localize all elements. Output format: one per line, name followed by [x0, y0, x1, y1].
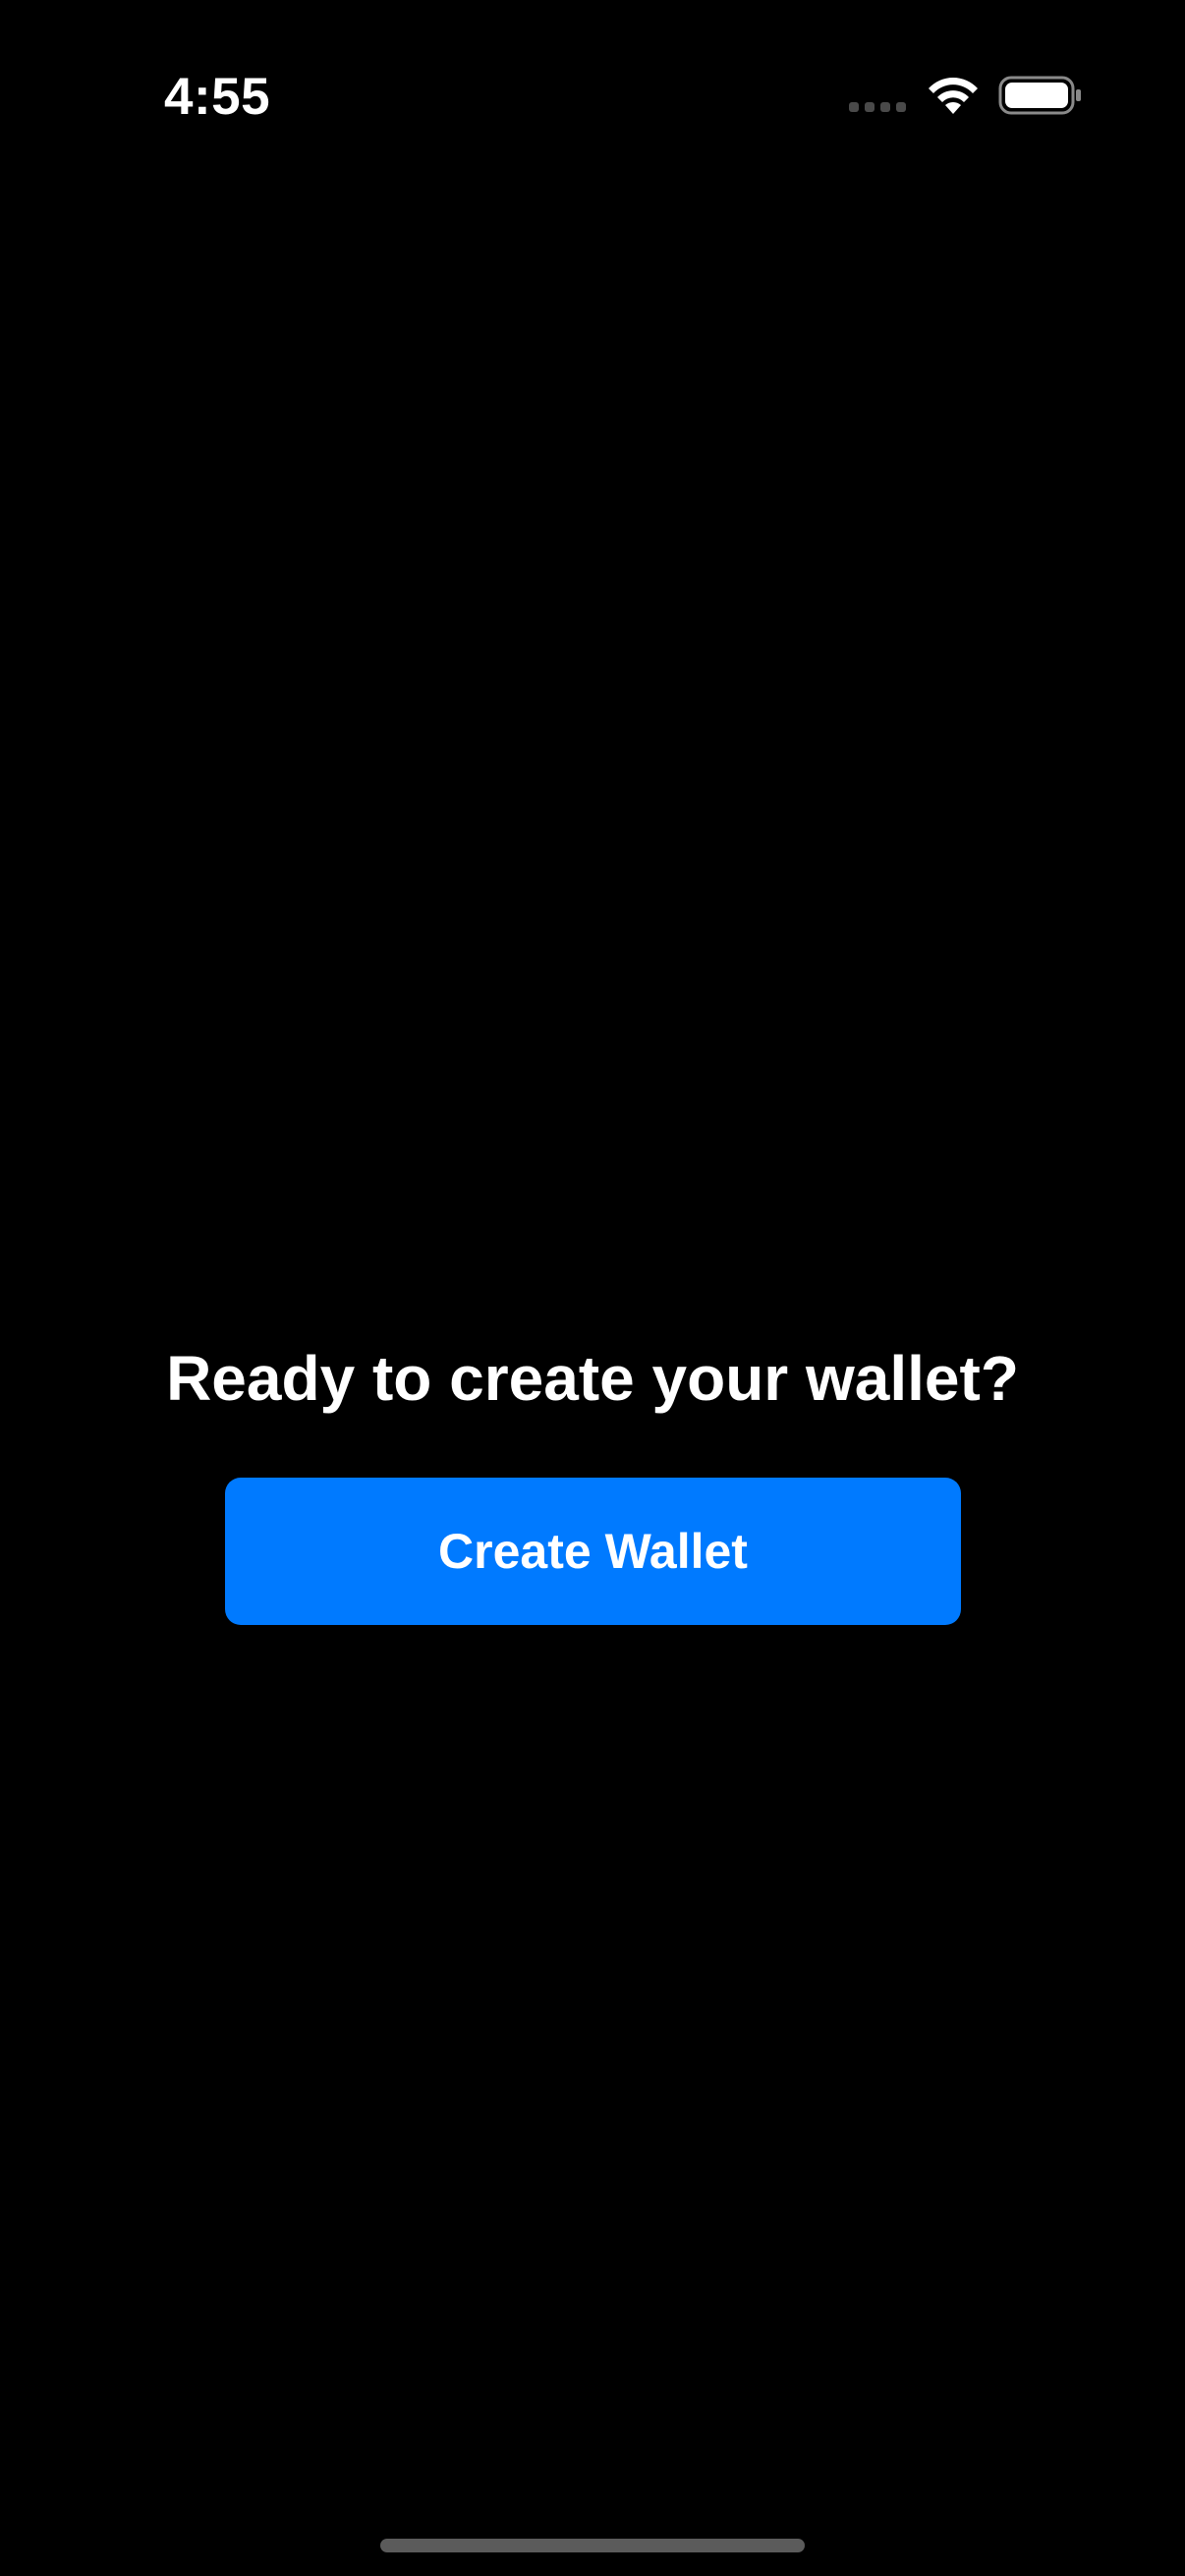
battery-icon — [998, 76, 1081, 115]
home-indicator[interactable] — [380, 2539, 805, 2552]
cellular-signal-icon — [849, 102, 908, 116]
status-time: 4:55 — [164, 68, 271, 126]
status-bar: 4:55 — [0, 0, 1185, 196]
wifi-icon — [929, 78, 978, 114]
page-title: Ready to create your wallet? — [166, 1343, 1019, 1414]
create-wallet-button[interactable]: Create Wallet — [225, 1478, 961, 1625]
